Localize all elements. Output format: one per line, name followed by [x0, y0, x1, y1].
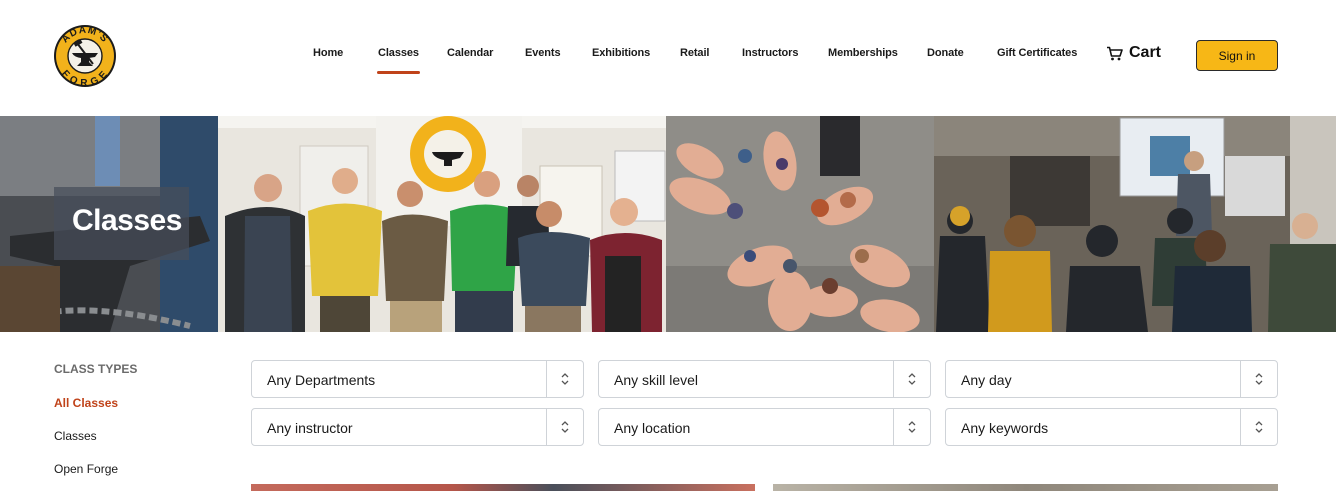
day-select[interactable]: Any day	[945, 360, 1278, 398]
select-divider	[1240, 361, 1241, 397]
day-select-value: Any day	[961, 372, 1012, 388]
nav-classes[interactable]: Classes	[377, 47, 420, 74]
department-select[interactable]: Any Departments	[251, 360, 584, 398]
nav-instructors[interactable]: Instructors	[742, 47, 798, 59]
sidebar-heading: CLASS TYPES	[54, 362, 138, 376]
select-arrows-icon	[1255, 421, 1263, 433]
instructor-select-value: Any instructor	[267, 420, 353, 436]
keywords-select-value: Any keywords	[961, 420, 1049, 436]
select-divider	[546, 409, 547, 445]
sidebar-item-all-classes[interactable]: All Classes	[54, 396, 118, 410]
select-divider	[1240, 409, 1241, 445]
nav-donate[interactable]: Donate	[927, 47, 964, 59]
select-divider	[893, 361, 894, 397]
location-select-value: Any location	[614, 420, 691, 436]
nav-calendar[interactable]: Calendar	[447, 47, 493, 59]
group-photo	[218, 116, 666, 332]
sidebar-item-open-forge[interactable]: Open Forge	[54, 462, 118, 476]
class-card-image[interactable]	[251, 484, 755, 491]
page-title: Classes	[72, 204, 182, 237]
select-arrows-icon	[908, 421, 916, 433]
select-arrows-icon	[561, 373, 569, 385]
nav-events[interactable]: Events	[525, 47, 561, 59]
nav-home[interactable]: Home	[313, 47, 343, 59]
cart-label: Cart	[1129, 44, 1162, 61]
hero-banner: Classes	[0, 116, 1336, 332]
select-arrows-icon	[561, 421, 569, 433]
department-select-value: Any Departments	[267, 372, 376, 388]
adams-forge-logo[interactable]: ADAM'S FORGE	[53, 24, 117, 88]
site-header: ADAM'S FORGE Home Classes Calendar Event…	[0, 0, 1336, 116]
instructor-select[interactable]: Any instructor	[251, 408, 584, 446]
select-arrows-icon	[908, 373, 916, 385]
classroom-photo	[934, 116, 1336, 332]
select-divider	[893, 409, 894, 445]
skill-level-select-value: Any skill level	[614, 372, 699, 388]
cart-icon	[1107, 46, 1123, 60]
select-arrows-icon	[1255, 373, 1263, 385]
class-card-image[interactable]	[773, 484, 1278, 491]
nav-retail[interactable]: Retail	[680, 47, 709, 59]
nav-exhibitions[interactable]: Exhibitions	[592, 47, 650, 59]
select-divider	[546, 361, 547, 397]
nav-memberships[interactable]: Memberships	[828, 47, 898, 59]
location-select[interactable]: Any location	[598, 408, 931, 446]
sign-in-button[interactable]: Sign in	[1196, 40, 1278, 71]
sidebar-item-classes[interactable]: Classes	[54, 429, 97, 443]
nav-gift-certificates[interactable]: Gift Certificates	[997, 47, 1077, 59]
skill-level-select[interactable]: Any skill level	[598, 360, 931, 398]
hands-jewelry-photo	[666, 116, 934, 332]
cart-link[interactable]: Cart	[1106, 44, 1161, 62]
keywords-select[interactable]: Any keywords	[945, 408, 1278, 446]
